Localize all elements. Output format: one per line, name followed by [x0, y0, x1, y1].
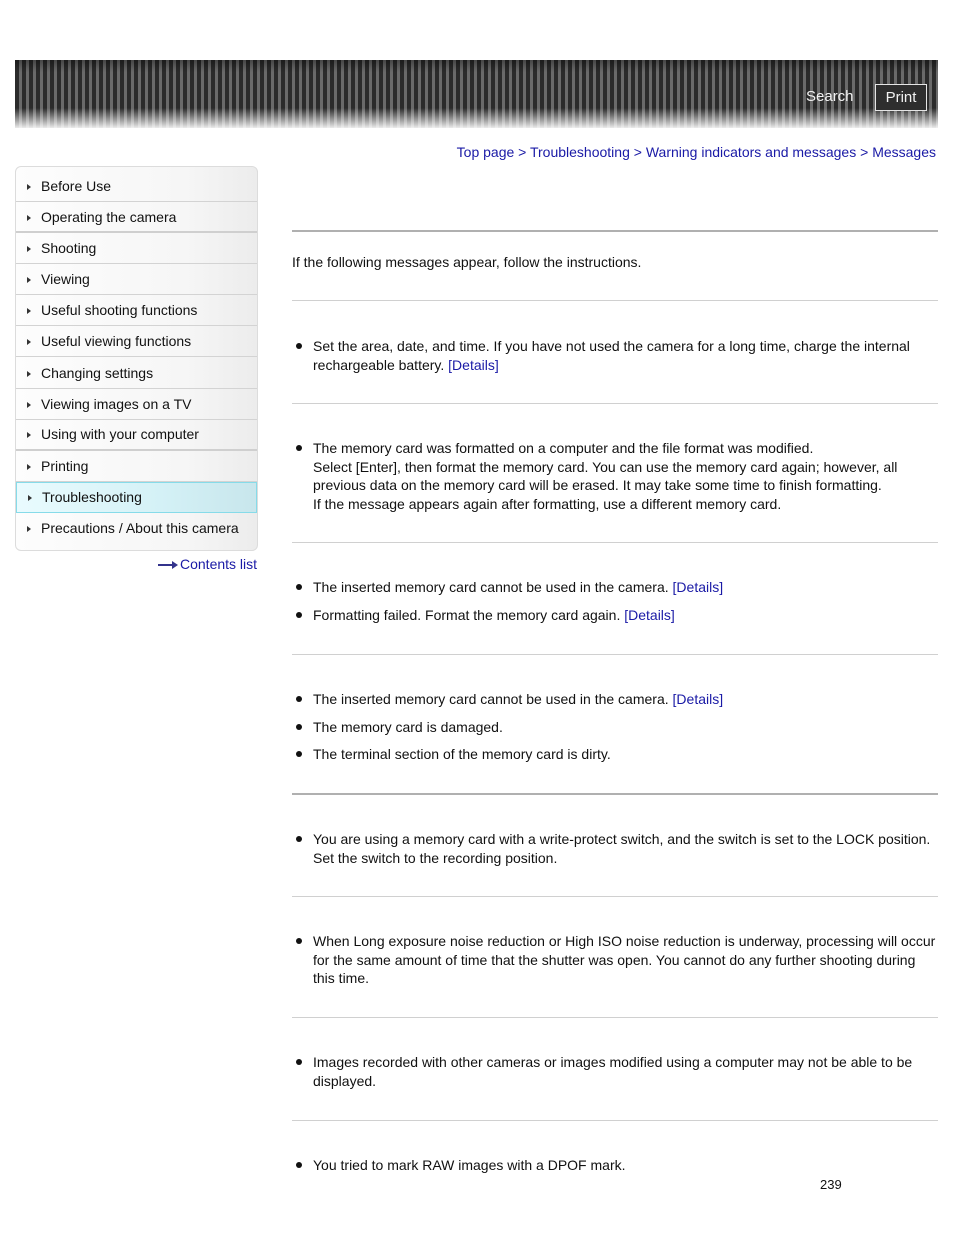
sidebar-item-label: Viewing images on a TV: [41, 395, 192, 412]
message-item: You are using a memory card with a write…: [296, 830, 938, 867]
message-item: The memory card was formatted on a compu…: [296, 439, 938, 513]
search-link[interactable]: Search: [806, 88, 854, 105]
sidebar-item-label: Precautions / About this camera: [41, 520, 239, 537]
sidebar-item-shooting[interactable]: Shooting: [16, 233, 257, 265]
section-divider: [292, 1017, 938, 1018]
caret-right-icon: [27, 432, 31, 439]
sidebar-item-operating-the-camera[interactable]: Operating the camera: [16, 202, 257, 234]
sidebar-item-label: Troubleshooting: [42, 489, 142, 506]
message-item: You tried to mark RAW images with a DPOF…: [296, 1156, 938, 1175]
sidebar-item-printing[interactable]: Printing: [16, 451, 257, 482]
sidebar-item-label: Changing settings: [41, 364, 154, 381]
sidebar-item-label: Viewing: [41, 271, 90, 288]
section-divider: [292, 1120, 938, 1121]
title-divider: [292, 230, 938, 232]
contents-list-link[interactable]: Contents list: [158, 556, 257, 572]
sidebar-item-troubleshooting[interactable]: Troubleshooting: [16, 481, 257, 513]
sidebar-item-label: Printing: [41, 457, 89, 474]
breadcrumb-top-page[interactable]: Top page: [457, 144, 515, 160]
sidebar-item-label: Before Use: [41, 178, 112, 194]
message-item: The inserted memory card cannot be used …: [296, 690, 938, 709]
caret-right-icon: [27, 526, 31, 533]
section-divider: [292, 300, 938, 301]
breadcrumb-warning-indicators[interactable]: Warning indicators and messages: [646, 144, 856, 160]
page-number: 239: [820, 1177, 842, 1192]
sidebar-item-precautions[interactable]: Precautions / About this camera: [16, 513, 257, 544]
breadcrumb-separator: >: [518, 144, 527, 160]
sidebar-item-before-use[interactable]: Before Use: [16, 167, 257, 202]
message-item: Formatting failed. Format the memory car…: [296, 606, 938, 625]
breadcrumb-separator: >: [860, 144, 869, 160]
section-divider: [292, 542, 938, 543]
caret-right-icon: [27, 339, 31, 346]
caret-right-icon: [27, 370, 31, 377]
sidebar-item-using-with-computer[interactable]: Using with your computer: [16, 420, 257, 451]
details-link[interactable]: [Details]: [624, 607, 675, 623]
contents-list-label: Contents list: [180, 556, 258, 572]
section-divider: [292, 896, 938, 897]
message-item: The terminal section of the memory card …: [296, 745, 938, 764]
print-button[interactable]: Print: [875, 84, 927, 111]
sidebar-item-viewing[interactable]: Viewing: [16, 264, 257, 296]
breadcrumb-separator: >: [633, 144, 642, 160]
caret-right-icon: [27, 463, 31, 470]
message-item: When Long exposure noise reduction or Hi…: [296, 932, 938, 988]
sidebar-item-label: Operating the camera: [41, 208, 177, 225]
breadcrumb-troubleshooting[interactable]: Troubleshooting: [530, 144, 630, 160]
message-item: The inserted memory card cannot be used …: [296, 578, 938, 597]
caret-right-icon: [28, 495, 32, 502]
intro-text: If the following messages appear, follow…: [292, 254, 642, 270]
sidebar-item-useful-shooting-functions[interactable]: Useful shooting functions: [16, 295, 257, 327]
sidebar-item-label: Useful viewing functions: [41, 333, 192, 350]
caret-right-icon: [27, 214, 31, 221]
caret-right-icon: [27, 277, 31, 284]
message-item: The memory card is damaged.: [296, 718, 938, 737]
caret-right-icon: [27, 246, 31, 253]
caret-right-icon: [27, 308, 31, 315]
breadcrumb-messages[interactable]: Messages: [872, 144, 936, 160]
section-divider: [292, 654, 938, 655]
message-item: Set the area, date, and time. If you hav…: [296, 337, 938, 374]
section-divider: [292, 403, 938, 404]
sidebar-item-label: Using with your computer: [41, 426, 199, 443]
header-banner: [15, 60, 938, 128]
message-item: Images recorded with other cameras or im…: [296, 1053, 938, 1090]
section-divider: [292, 793, 938, 795]
sidebar-item-viewing-images-on-tv[interactable]: Viewing images on a TV: [16, 389, 257, 420]
details-link[interactable]: [Details]: [673, 579, 724, 595]
breadcrumb: Top page > Troubleshooting > Warning ind…: [457, 144, 936, 160]
sidebar-item-label: Useful shooting functions: [41, 302, 198, 319]
caret-right-icon: [27, 184, 31, 190]
sidebar-nav: Before Use Operating the camera Shooting…: [15, 166, 258, 551]
sidebar-item-label: Shooting: [41, 240, 97, 257]
sidebar-item-useful-viewing-functions[interactable]: Useful viewing functions: [16, 326, 257, 358]
arrow-right-icon: [158, 561, 179, 570]
sidebar-item-changing-settings[interactable]: Changing settings: [16, 357, 257, 389]
caret-right-icon: [27, 401, 31, 408]
details-link[interactable]: [Details]: [448, 357, 499, 373]
details-link[interactable]: [Details]: [673, 691, 724, 707]
